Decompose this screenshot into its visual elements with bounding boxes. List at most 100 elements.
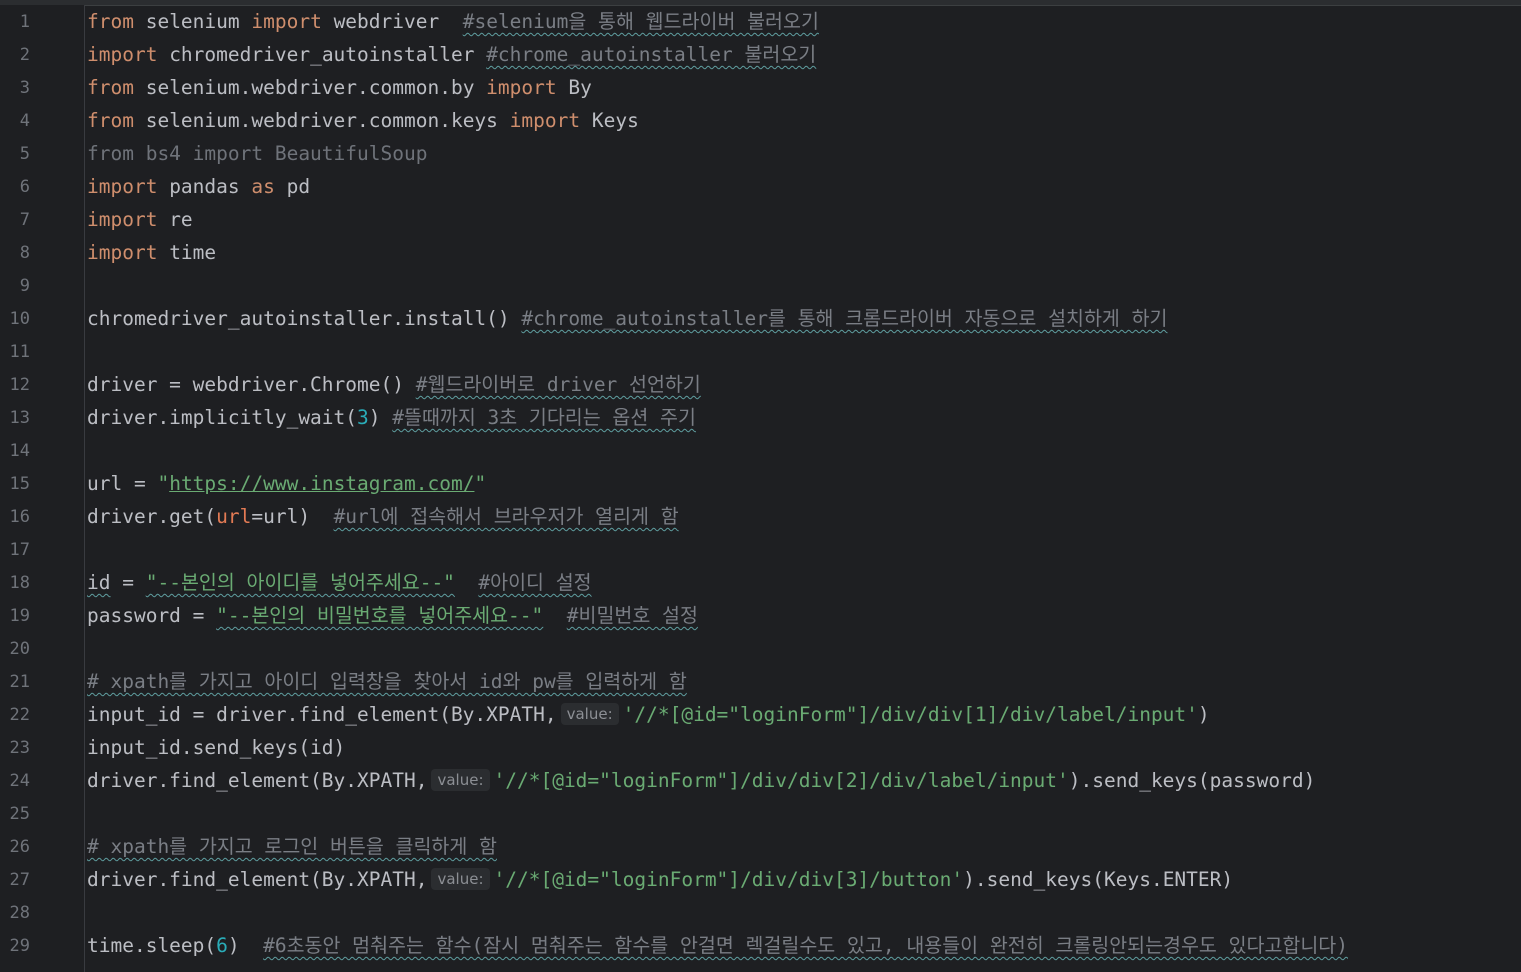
code-line-2[interactable]: import chromedriver_autoinstaller #chrom… <box>87 38 1517 71</box>
comment: #selenium을 통해 웹드라이버 불러오기 <box>462 10 819 33</box>
code-text: webdriver <box>321 10 463 33</box>
code-line-16[interactable]: driver.get(url=url) #url에 접속해서 브라우저가 열리게… <box>87 500 1517 533</box>
string: '//*[@id="loginForm"]/div/div[3]/button' <box>493 868 964 891</box>
line-number: 10 <box>9 309 30 329</box>
line-number: 23 <box>9 738 30 758</box>
line-number: 18 <box>9 573 30 593</box>
code-line-24[interactable]: driver.find_element(By.XPATH, value: '//*[… <box>87 764 1517 797</box>
code-line-27[interactable]: driver.find_element(By.XPATH, value: '//*[… <box>87 863 1517 896</box>
code-text: ).send_keys(password) <box>1068 769 1316 792</box>
code-line-7[interactable]: import re <box>87 203 1517 236</box>
comment: #뜰때까지 3초 기다리는 옵션 주기 <box>392 406 696 429</box>
comment: #chrome_autoinstaller 불러오기 <box>486 43 817 66</box>
line-number: 17 <box>9 540 30 560</box>
line-number: 1 <box>19 12 30 32</box>
keyword: from <box>87 109 134 132</box>
keyword: as <box>251 175 275 198</box>
line-number: 8 <box>19 243 30 263</box>
code-line-10[interactable]: chromedriver_autoinstaller.install() #ch… <box>87 302 1517 335</box>
code-text: password = <box>87 604 217 627</box>
code-line-29[interactable]: time.sleep(6) #6초동안 멈춰주는 함수(잠시 멈춰주는 함수를 … <box>87 929 1517 962</box>
code-text: driver = webdriver.Chrome() <box>87 373 416 396</box>
code-text: time <box>157 241 217 264</box>
code-line-4[interactable]: from selenium.webdriver.common.keys impo… <box>87 104 1517 137</box>
line-number: 26 <box>9 837 30 857</box>
code-text: driver.implicitly_wait( <box>87 406 358 429</box>
keyword: import <box>87 208 158 231</box>
line-number: 15 <box>9 474 30 494</box>
line-number: 3 <box>19 78 30 98</box>
string: '//*[@id="loginForm"]/div/div[1]/div/lab… <box>622 703 1198 726</box>
keyword: import <box>251 10 322 33</box>
line-number: 25 <box>9 804 30 824</box>
line-number: 14 <box>9 441 30 461</box>
code-editor[interactable]: 1 2 3 4 5 6 7 8 9 10 11 12 13 14 15 16 1… <box>0 0 1521 972</box>
code-line-5[interactable]: from bs4 import BeautifulSoup <box>87 137 1517 170</box>
code-line-6[interactable]: import pandas as pd <box>87 170 1517 203</box>
code-line-13[interactable]: driver.implicitly_wait(3) #뜰때까지 3초 기다리는 … <box>87 401 1517 434</box>
line-number: 22 <box>9 705 30 725</box>
keyword: import <box>87 43 158 66</box>
line-number: 2 <box>19 45 30 65</box>
keyword: import <box>87 241 158 264</box>
parameter-hint: value: <box>560 703 619 725</box>
number: 6 <box>216 934 228 957</box>
comment: #chrome_autoinstaller를 통해 크롬드라이버 자동으로 설치… <box>521 307 1168 330</box>
code-text: By <box>556 76 592 99</box>
parameter-name: url <box>216 505 252 528</box>
code-text: selenium.webdriver.common.keys <box>133 109 510 132</box>
line-number: 6 <box>19 177 30 197</box>
code-text: input_id.send_keys(id) <box>87 736 346 759</box>
code-line-3[interactable]: from selenium.webdriver.common.by import… <box>87 71 1517 104</box>
keyword: from <box>87 76 134 99</box>
code-text: ) <box>368 406 393 429</box>
keyword: from <box>87 10 134 33</box>
url-link[interactable]: https://www.instagram.com/ <box>169 472 474 495</box>
code-text: driver.find_element(By.XPATH, <box>87 868 428 891</box>
code-text: chromedriver_autoinstaller.install() <box>87 307 522 330</box>
code-line-26[interactable]: # xpath를 가지고 로그인 버튼을 클릭하게 함 <box>87 830 1517 863</box>
line-number: 7 <box>19 210 30 230</box>
code-text: pd <box>274 175 311 198</box>
line-number: 27 <box>9 870 30 890</box>
string: '//*[@id="loginForm"]/div/div[2]/div/lab… <box>493 769 1069 792</box>
line-number: 5 <box>19 144 30 164</box>
code-line-12[interactable]: driver = webdriver.Chrome() #웹드라이버로 driv… <box>87 368 1517 401</box>
code-text: re <box>157 208 193 231</box>
code-line-23[interactable]: input_id.send_keys(id) <box>87 731 1517 764</box>
code-line-15[interactable]: url = "https://www.instagram.com/" <box>87 467 1517 500</box>
comment: #웹드라이버로 driver 선언하기 <box>415 373 701 396</box>
line-number: 19 <box>9 606 30 626</box>
code-text: =url) <box>251 505 334 528</box>
keyword: import <box>509 109 581 132</box>
code-text: selenium.webdriver.common.by <box>133 76 487 99</box>
line-number: 28 <box>9 903 30 923</box>
code-area[interactable]: from selenium import webdriver #selenium… <box>87 5 1521 972</box>
code-text: chromedriver_autoinstaller <box>157 43 487 66</box>
line-number: 9 <box>19 276 30 296</box>
code-line-21[interactable]: # xpath를 가지고 아이디 입력창을 찾아서 id와 pw를 입력하게 함 <box>87 665 1517 698</box>
keyword: import <box>87 175 158 198</box>
code-text: selenium <box>133 10 252 33</box>
code-line-22[interactable]: input_id = driver.find_element(By.XPATH,… <box>87 698 1517 731</box>
line-number: 21 <box>9 672 30 692</box>
string: " <box>157 472 170 495</box>
line-number-gutter: 1 2 3 4 5 6 7 8 9 10 11 12 13 14 15 16 1… <box>0 5 85 972</box>
comment: #아이디 설정 <box>478 571 592 594</box>
parameter-hint: value: <box>431 868 490 890</box>
code-text: = <box>110 571 146 594</box>
code-text: driver.get( <box>87 505 217 528</box>
line-number: 13 <box>9 408 30 428</box>
string: "--본인의 비밀번호를 넣어주세요--" <box>216 604 544 627</box>
number: 3 <box>357 406 369 429</box>
comment: #6초동안 멈춰주는 함수(잠시 멈춰주는 함수를 안걸면 렉걸릴수도 있고, … <box>263 934 1348 957</box>
code-line-19[interactable]: password = "--본인의 비밀번호를 넣어주세요--" #비밀번호 설… <box>87 599 1517 632</box>
code-line-8[interactable]: import time <box>87 236 1517 269</box>
code-line-1[interactable]: from selenium import webdriver #selenium… <box>87 5 1517 38</box>
parameter-hint: value: <box>431 769 490 791</box>
code-line-18[interactable]: id = "--본인의 아이디를 넣어주세요--" #아이디 설정 <box>87 566 1517 599</box>
code-text: input_id = driver.find_element(By.XPATH, <box>87 703 557 726</box>
string: " <box>474 472 487 495</box>
